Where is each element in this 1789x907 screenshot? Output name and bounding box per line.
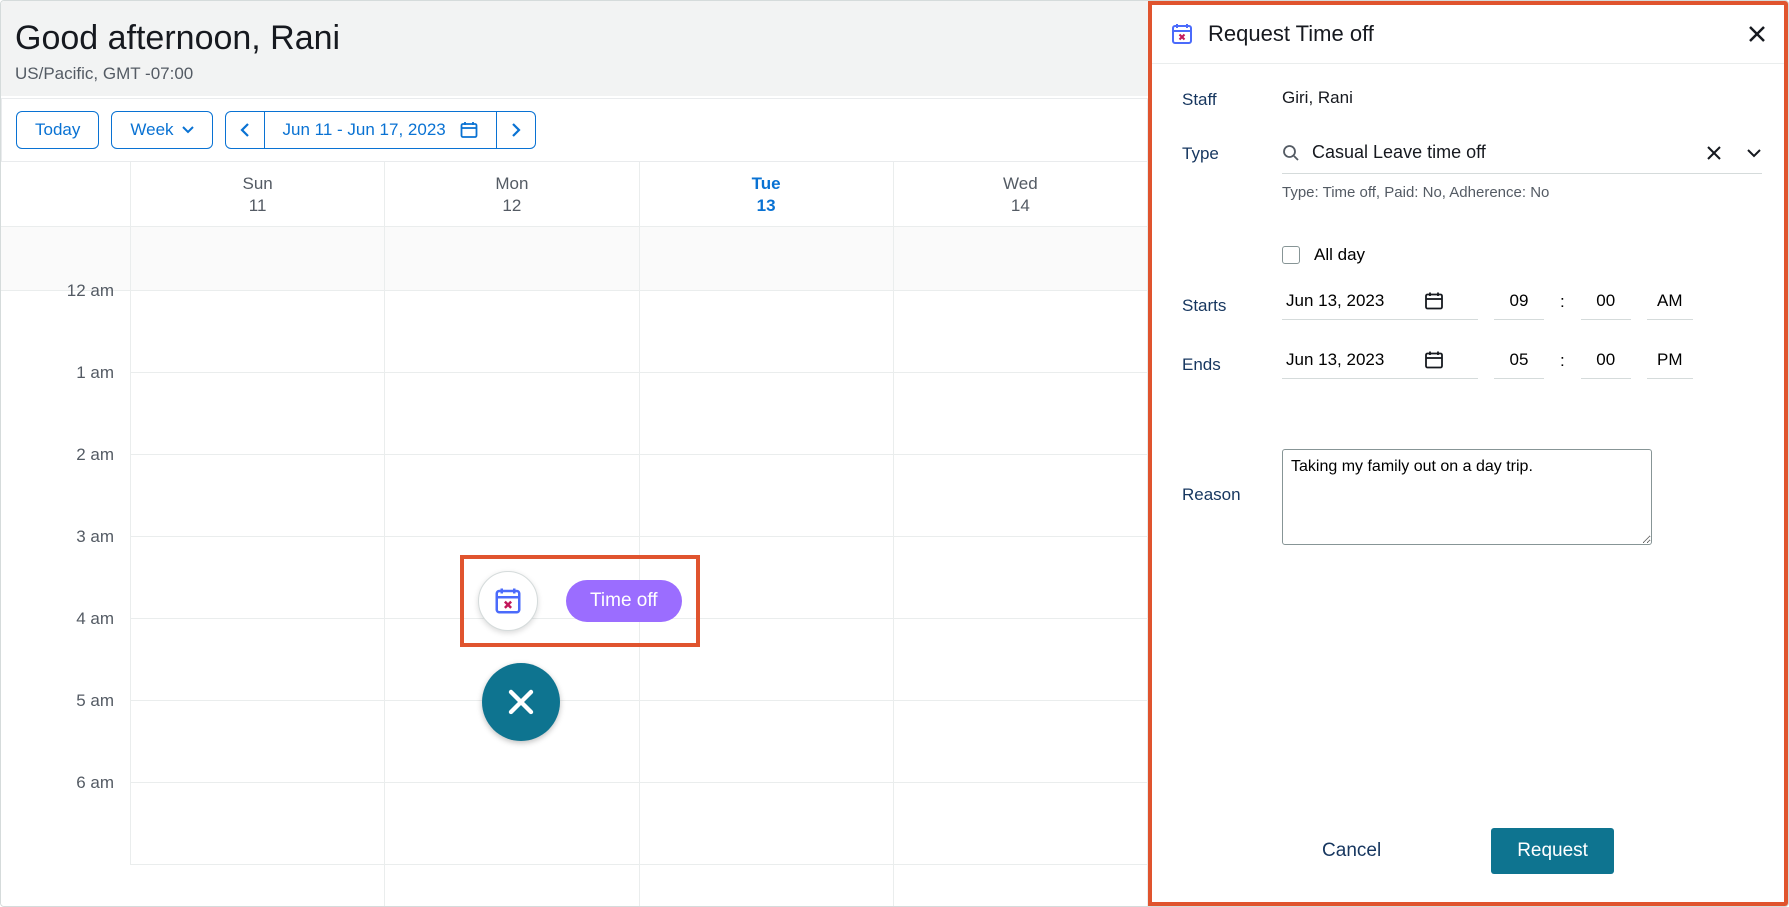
day-of-month: 11 <box>131 196 384 216</box>
grid-col-wed[interactable] <box>894 291 1148 906</box>
calendar-icon <box>1424 291 1444 311</box>
type-metadata: Type: Time off, Paid: No, Adherence: No <box>1282 184 1762 201</box>
timeoff-pill-button[interactable]: Time off <box>566 580 682 622</box>
date-range-label: Jun 11 - Jun 17, 2023 <box>283 120 446 140</box>
day-of-month: 13 <box>640 196 893 216</box>
day-of-week: Sun <box>131 174 384 194</box>
request-button-label: Request <box>1517 840 1588 861</box>
time-label: 5 am <box>76 691 114 711</box>
time-label: 4 am <box>76 609 114 629</box>
start-ampm-field[interactable]: AM <box>1647 283 1693 320</box>
start-date-value: Jun 13, 2023 <box>1286 291 1384 311</box>
allday-cell[interactable] <box>894 227 1148 290</box>
view-selector-label: Week <box>130 120 173 140</box>
time-label: 3 am <box>76 527 114 547</box>
staff-label: Staff <box>1182 88 1282 110</box>
end-date-field[interactable]: Jun 13, 2023 <box>1282 342 1478 379</box>
allday-row <box>1 227 1148 291</box>
clear-icon[interactable] <box>1706 145 1722 161</box>
cancel-button-label: Cancel <box>1322 840 1381 861</box>
day-header-wed[interactable]: Wed 14 <box>894 162 1148 226</box>
date-nav-group: Jun 11 - Jun 17, 2023 <box>225 111 536 149</box>
panel-close-button[interactable] <box>1748 25 1766 43</box>
staff-value: Giri, Rani <box>1282 88 1762 108</box>
allday-checkbox[interactable] <box>1282 246 1300 264</box>
calendar-icon <box>1424 350 1444 370</box>
timeoff-pill-label: Time off <box>590 590 658 611</box>
day-header-sun[interactable]: Sun 11 <box>131 162 385 226</box>
request-button[interactable]: Request <box>1491 828 1614 874</box>
day-of-week: Wed <box>894 174 1147 194</box>
end-minute-field[interactable]: 00 <box>1581 342 1631 379</box>
calendar-x-icon <box>1170 22 1194 46</box>
panel-header: Request Time off <box>1152 5 1784 64</box>
x-icon <box>506 687 536 717</box>
page-header: Good afternoon, Rani US/Pacific, GMT -07… <box>1 1 1148 96</box>
allday-cell[interactable] <box>131 227 385 290</box>
allday-cell[interactable] <box>385 227 639 290</box>
panel-title: Request Time off <box>1208 21 1374 47</box>
start-hour-field[interactable]: 09 <box>1494 283 1544 320</box>
day-of-week: Mon <box>385 174 638 194</box>
end-ampm-field[interactable]: PM <box>1647 342 1693 379</box>
search-icon <box>1282 144 1300 162</box>
ends-label: Ends <box>1182 347 1282 375</box>
panel-footer: Cancel Request <box>1152 806 1784 902</box>
reason-label: Reason <box>1182 449 1282 505</box>
end-hour-field[interactable]: 05 <box>1494 342 1544 379</box>
day-of-month: 14 <box>894 196 1147 216</box>
day-header-tue[interactable]: Tue 13 <box>640 162 894 226</box>
caret-down-icon <box>182 126 194 134</box>
starts-label: Starts <box>1182 288 1282 316</box>
start-date-field[interactable]: Jun 13, 2023 <box>1282 283 1478 320</box>
allday-label: All day <box>1314 245 1365 265</box>
reason-textarea[interactable] <box>1282 449 1652 545</box>
time-label: 6 am <box>76 773 114 793</box>
greeting-text: Good afternoon, Rani <box>15 19 1134 58</box>
type-value-text: Casual Leave time off <box>1312 142 1694 163</box>
view-selector-button[interactable]: Week <box>111 111 212 149</box>
calendar-toolbar: Today Week Jun 11 - Jun 17, 2023 <box>1 98 1148 162</box>
type-label: Type <box>1182 138 1282 164</box>
day-header-mon[interactable]: Mon 12 <box>385 162 639 226</box>
chevron-left-icon <box>240 122 250 138</box>
calendar-x-icon <box>493 586 523 616</box>
prev-week-button[interactable] <box>225 111 265 149</box>
timeoff-icon-button[interactable] <box>478 571 538 631</box>
chevron-down-icon[interactable] <box>1746 148 1762 158</box>
timezone-text: US/Pacific, GMT -07:00 <box>15 64 1134 84</box>
close-fab-button[interactable] <box>482 663 560 741</box>
action-highlight-box: Time off <box>460 555 700 647</box>
day-of-month: 12 <box>385 196 638 216</box>
cancel-button[interactable]: Cancel <box>1322 840 1381 862</box>
today-button[interactable]: Today <box>16 111 99 149</box>
time-separator: : <box>1560 351 1565 371</box>
date-range-button[interactable]: Jun 11 - Jun 17, 2023 <box>265 111 497 149</box>
type-select[interactable]: Casual Leave time off <box>1282 138 1762 174</box>
allday-cell[interactable] <box>640 227 894 290</box>
calendar-icon <box>460 121 478 139</box>
day-header-row: Sun 11 Mon 12 Tue 13 Wed 14 <box>1 162 1148 227</box>
time-label: 2 am <box>76 445 114 465</box>
day-of-week: Tue <box>640 174 893 194</box>
today-button-label: Today <box>35 120 80 140</box>
allday-checkbox-row[interactable]: All day <box>1282 245 1762 265</box>
x-icon <box>1748 25 1766 43</box>
grid-col-sun[interactable] <box>131 291 385 906</box>
next-week-button[interactable] <box>497 111 536 149</box>
chevron-right-icon <box>511 122 521 138</box>
request-timeoff-panel: Request Time off Staff Giri, Rani Type C… <box>1148 1 1788 906</box>
time-separator: : <box>1560 292 1565 312</box>
start-minute-field[interactable]: 00 <box>1581 283 1631 320</box>
end-date-value: Jun 13, 2023 <box>1286 350 1384 370</box>
time-label: 12 am <box>67 281 114 301</box>
time-label: 1 am <box>76 363 114 383</box>
